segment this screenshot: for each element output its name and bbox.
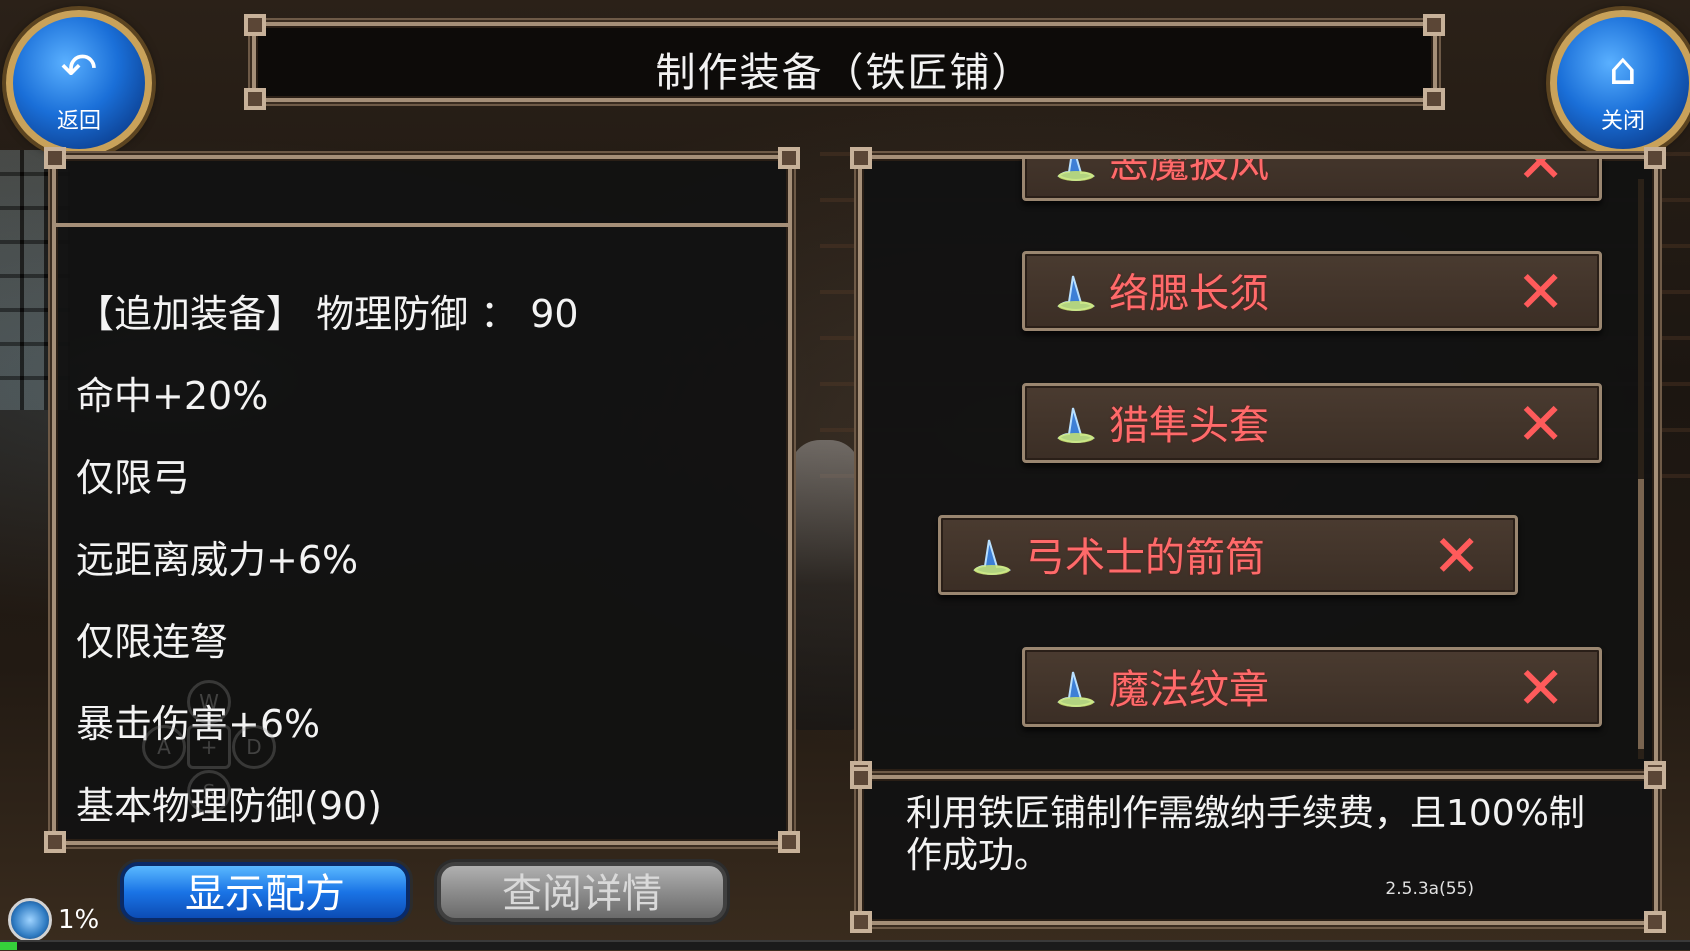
movement-dpad[interactable]: W A D S + <box>142 680 276 814</box>
version-label: 2.5.3a(55) <box>1385 879 1474 899</box>
wizard-hat-icon <box>1057 671 1096 707</box>
recipe-item[interactable]: 恶魔披风 ✕ <box>1022 159 1602 201</box>
exp-percent: 1% <box>58 905 100 935</box>
recipe-item-name: 魔法纹章 <box>1109 667 1269 713</box>
recipe-item-name: 恶魔披风 <box>1109 159 1269 187</box>
close-button[interactable]: ⌂ 关闭 <box>1550 10 1690 156</box>
remove-icon[interactable]: ✕ <box>1432 526 1481 586</box>
dpad-up-key[interactable]: W <box>187 680 231 724</box>
wizard-hat-icon <box>1057 275 1096 311</box>
frame-corner <box>850 911 872 933</box>
exp-bar-fill <box>0 942 17 950</box>
frame-corner <box>778 831 800 853</box>
recipe-item[interactable]: 猎隼头套 ✕ <box>1022 383 1602 463</box>
dpad-right-key[interactable]: D <box>232 725 276 769</box>
frame-corner <box>1644 767 1666 789</box>
remove-icon[interactable]: ✕ <box>1516 159 1565 192</box>
exp-orb-icon <box>8 898 52 942</box>
remove-icon[interactable]: ✕ <box>1516 394 1565 454</box>
recipe-list: 恶魔披风 ✕ 络腮长须 ✕ 猎隼头套 ✕ 弓术士的箭筒 ✕ 魔法纹章 ✕ <box>862 159 1662 779</box>
view-details-button[interactable]: 查阅详情 <box>437 862 727 922</box>
recipe-item-name: 弓术士的箭筒 <box>1025 535 1265 581</box>
recipe-item[interactable]: 络腮长须 ✕ <box>1022 251 1602 331</box>
dpad-left-key[interactable]: A <box>142 725 186 769</box>
notice-text: 利用铁匠铺制作需缴纳手续费，且100%制作成功。 <box>906 793 1585 876</box>
frame-corner <box>850 767 872 789</box>
wizard-hat-icon <box>973 539 1012 575</box>
remove-icon[interactable]: ✕ <box>1516 262 1565 322</box>
remove-icon[interactable]: ✕ <box>1516 658 1565 718</box>
back-button-label: 返回 <box>56 109 101 134</box>
back-arrow-icon: ↶ <box>60 44 98 95</box>
dpad-center: + <box>187 725 231 769</box>
stat-line: 远距离威力+6% <box>76 538 359 582</box>
back-button[interactable]: ↶ 返回 <box>6 10 152 156</box>
dpad-down-key[interactable]: S <box>187 770 231 814</box>
recipe-item-selected[interactable]: 弓术士的箭筒 ✕ <box>938 515 1518 595</box>
description-header-strip <box>56 159 788 227</box>
wizard-hat-icon <box>1057 407 1096 443</box>
stat-line: 仅限弓 <box>76 456 191 500</box>
close-button-label: 关闭 <box>1600 109 1645 134</box>
page-title: 制作装备（铁匠铺） <box>655 50 1034 96</box>
stat-line: 【追加装备】 物理防御 ： 90 <box>76 292 579 336</box>
frame-corner <box>44 831 66 853</box>
exp-bar <box>0 940 1690 950</box>
stat-line: 命中+20% <box>76 374 269 418</box>
frame-corner <box>1644 911 1666 933</box>
recipe-item-name: 猎隼头套 <box>1109 403 1269 449</box>
title-bar: 制作装备（铁匠铺） <box>244 14 1445 110</box>
recipe-item-name: 络腮长须 <box>1109 271 1269 317</box>
home-icon: ⌂ <box>1609 44 1637 95</box>
recipe-item[interactable]: 魔法纹章 ✕ <box>1022 647 1602 727</box>
frame-corner <box>1423 14 1445 36</box>
stat-line: 仅限连弩 <box>76 620 229 664</box>
show-recipe-button[interactable]: 显示配方 <box>120 862 410 922</box>
frame-corner <box>244 14 266 36</box>
recipe-list-panel: 恶魔披风 ✕ 络腮长须 ✕ 猎隼头套 ✕ 弓术士的箭筒 ✕ 魔法纹章 ✕ <box>850 147 1666 783</box>
wizard-hat-icon <box>1057 159 1096 181</box>
player-character <box>790 440 860 730</box>
notice-panel: 利用铁匠铺制作需缴纳手续费，且100%制作成功。 2.5.3a(55) <box>850 767 1666 933</box>
